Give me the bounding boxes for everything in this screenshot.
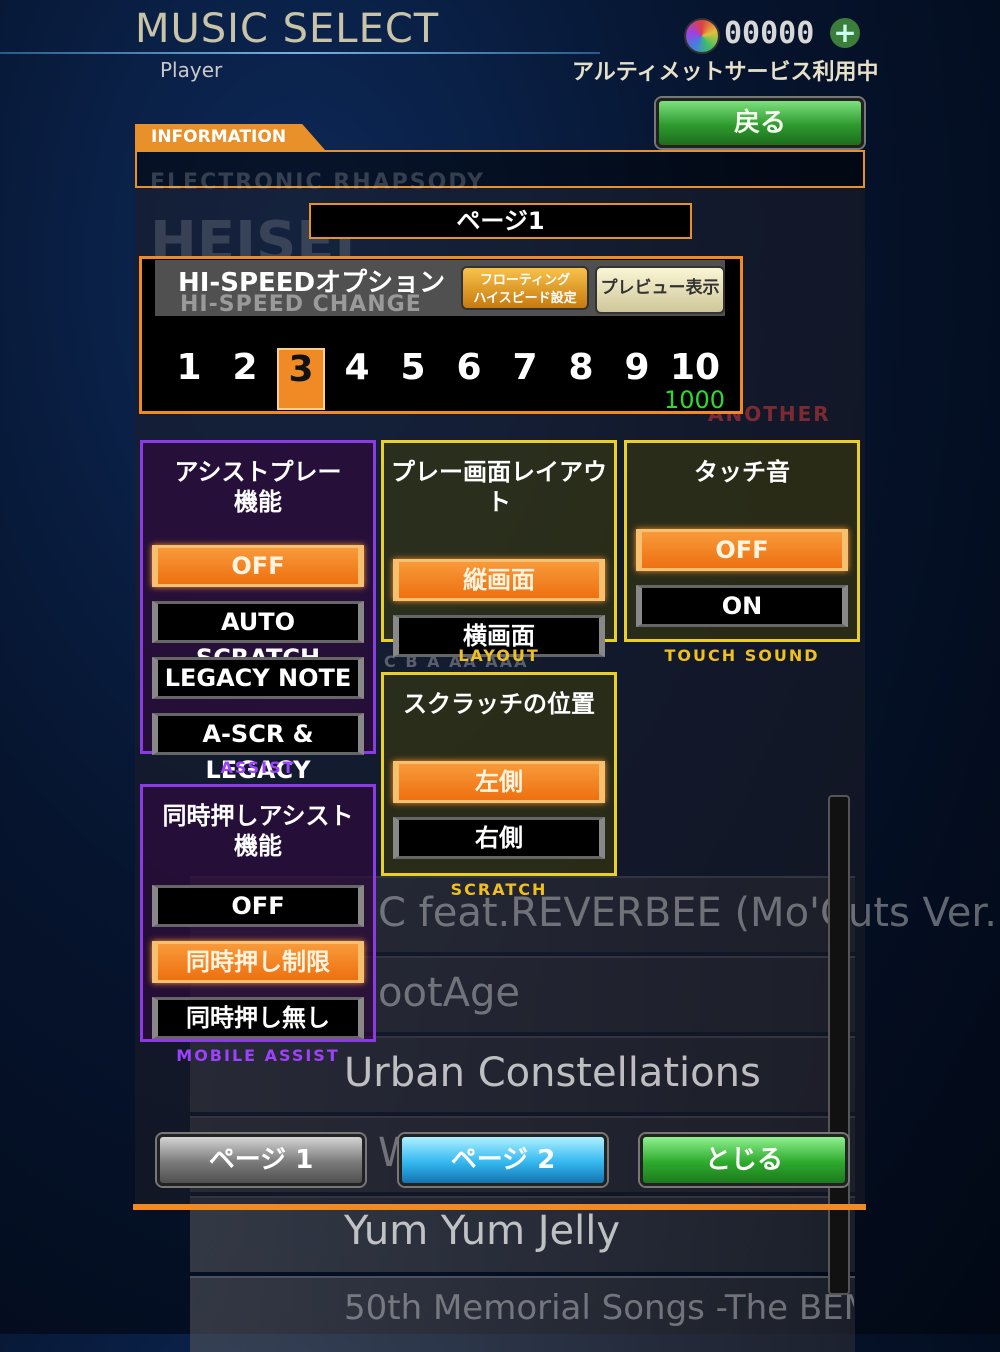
preview-button[interactable]: プレビュー表示 — [595, 266, 725, 314]
touch-sound-option-0[interactable]: OFF — [636, 529, 848, 571]
assist-title-line2: 機能 — [234, 488, 282, 516]
touch-sound-group: タッチ音 OFF ON — [624, 440, 860, 642]
coin-count: 00000 — [724, 16, 815, 51]
player-name: Player — [160, 58, 223, 82]
scratch-group: スクラッチの位置 左側右側 — [381, 672, 617, 876]
mobile-assist-group: 同時押しアシスト 機能 OFF 同時押し制限 同時押し無し — [140, 784, 376, 1042]
layout-title: プレー画面レイアウト — [391, 458, 607, 516]
hispeed-level-9[interactable]: 9 — [613, 348, 661, 410]
screen-title: MUSIC SELECT — [135, 6, 440, 52]
hispeed-level-6[interactable]: 6 — [445, 348, 493, 410]
mobile-assist-caption: MOBILE ASSIST — [176, 1046, 340, 1065]
song-title: Yum Yum Jelly — [344, 1208, 621, 1254]
assist-title-line1: アシストプレー — [174, 458, 342, 486]
mobile-assist-option-0[interactable]: OFF — [152, 885, 364, 927]
touch-sound-caption: TOUCH SOUND — [664, 646, 820, 665]
assist-caption: ASSIST — [220, 758, 296, 777]
mobile-assist-title-line1: 同時押しアシスト — [162, 802, 354, 830]
song-title: Urban Constellations — [344, 1050, 761, 1096]
song-title: ootAge — [378, 970, 520, 1016]
mobile-assist-option-2[interactable]: 同時押し無し — [152, 997, 364, 1039]
hispeed-level-8[interactable]: 8 — [557, 348, 605, 410]
hispeed-value: 1000 — [664, 386, 726, 414]
hispeed-subtitle: HI-SPEED CHANGE — [180, 292, 422, 317]
assist-option-3[interactable]: A-SCR & LEGACY — [152, 713, 364, 784]
touch-sound-title: タッチ音 — [694, 458, 790, 486]
header-divider — [0, 52, 600, 54]
hispeed-level-4[interactable]: 4 — [333, 348, 381, 410]
page-2-button[interactable]: ページ 2 — [399, 1134, 607, 1186]
back-button[interactable]: 戻る — [656, 98, 864, 148]
floating-hispeed-label-2: ハイスピード設定 — [473, 291, 577, 306]
layout-option-0[interactable]: 縦画面 — [393, 559, 605, 601]
song-title: 50th Memorial Songs -The BEMANI History- — [344, 1288, 854, 1328]
panel-bottom-border — [133, 1204, 866, 1210]
scratch-option-0[interactable]: 左側 — [393, 761, 605, 803]
assist-group: アシストプレー 機能 OFF AUTO SCRATCHLEGACY NOTE A-S… — [140, 440, 376, 784]
mobile-assist-title-line2: 機能 — [234, 832, 282, 860]
page-label: ページ1 — [309, 203, 692, 239]
mobile-assist-option-1[interactable]: 同時押し制限 — [152, 941, 364, 983]
scratch-caption: SCRATCH — [450, 880, 548, 899]
hispeed-level-3[interactable]: 3 — [277, 348, 325, 410]
layout-group: プレー画面レイアウト 縦画面 横画面 — [381, 440, 617, 657]
information-tab: INFORMATION — [135, 124, 325, 150]
song-list-scrollbar[interactable] — [828, 795, 850, 1295]
service-status: アルティメットサービス利用中 — [572, 60, 879, 85]
floating-hispeed-button[interactable]: フローティング ハイスピード設定 — [461, 266, 589, 310]
page-1-button[interactable]: ページ 1 — [157, 1134, 365, 1186]
touch-sound-option-1[interactable]: ON — [636, 585, 848, 627]
coin-icon — [684, 18, 720, 54]
assist-option-0[interactable]: OFF — [152, 545, 364, 587]
hispeed-level-7[interactable]: 7 — [501, 348, 549, 410]
hispeed-level-5[interactable]: 5 — [389, 348, 437, 410]
close-button[interactable]: とじる — [640, 1134, 848, 1186]
scratch-option-1[interactable]: 右側 — [393, 817, 605, 859]
hispeed-level-1[interactable]: 1 — [165, 348, 213, 410]
layout-caption: LAYOUT — [458, 646, 540, 665]
assist-option-1[interactable]: AUTO SCRATCH — [152, 601, 364, 672]
assist-option-2[interactable]: LEGACY NOTE — [152, 657, 364, 699]
hispeed-level-2[interactable]: 2 — [221, 348, 269, 410]
scratch-title: スクラッチの位置 — [403, 690, 595, 718]
add-coin-button[interactable]: + — [830, 18, 860, 48]
floating-hispeed-label-1: フローティング — [479, 273, 571, 288]
